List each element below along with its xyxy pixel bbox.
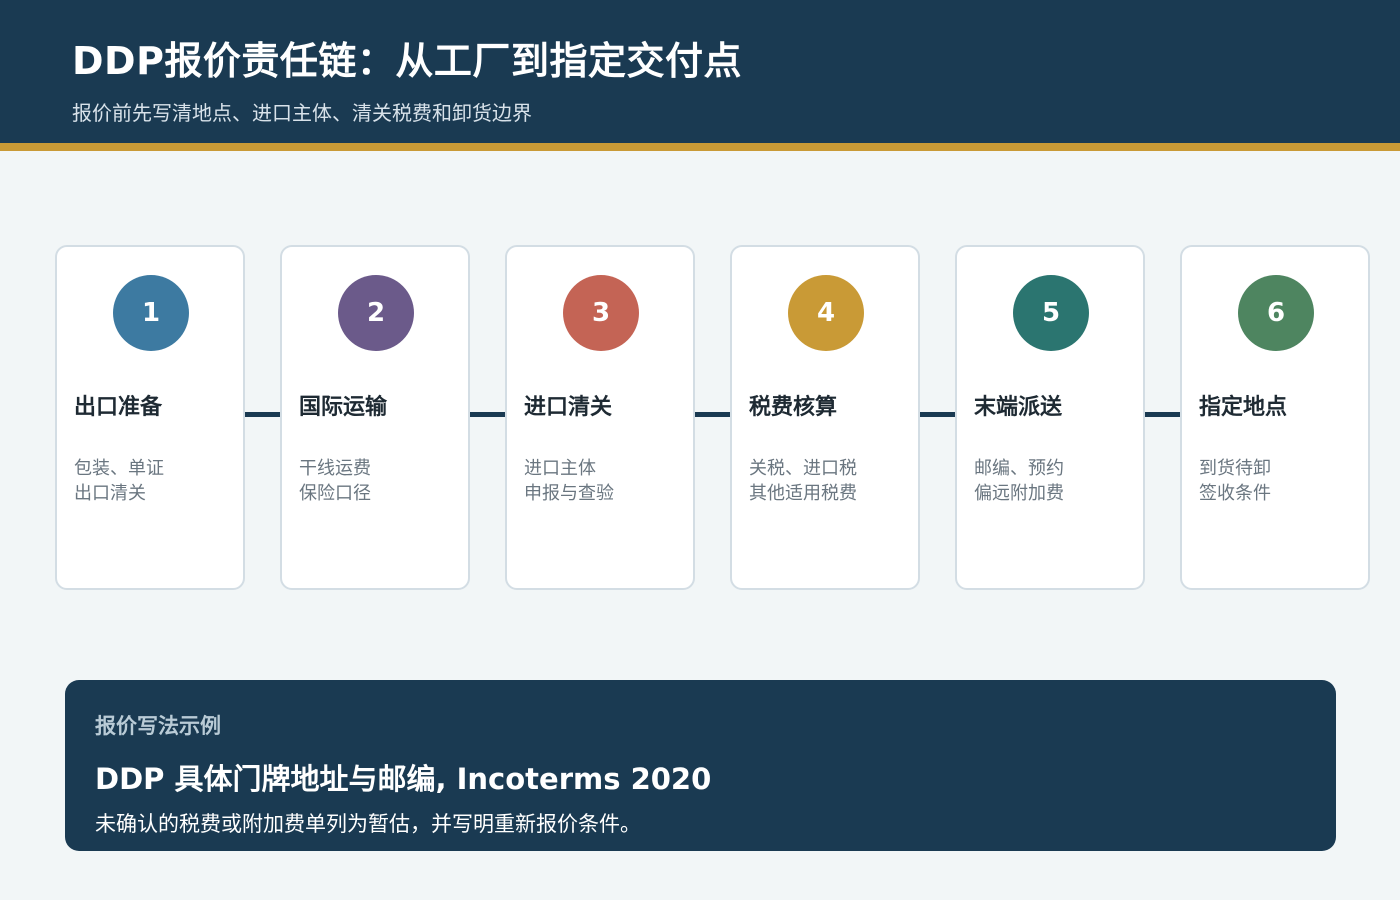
step-detail: 进口主体 xyxy=(524,458,596,479)
step-title: 指定地点 xyxy=(1199,395,1288,420)
step-card-1: 1 出口准备 包装、单证 出口清关 xyxy=(55,245,245,590)
quote-example-panel: 报价写法示例 DDP 具体门牌地址与邮编, Incoterms 2020 未确认… xyxy=(65,680,1336,851)
step-card-3: 3 进口清关 进口主体 申报与查验 xyxy=(505,245,695,590)
step-number-badge: 2 xyxy=(338,275,414,351)
page-title: DDP报价责任链：从工厂到指定交付点 xyxy=(72,39,742,83)
step-detail: 出口清关 xyxy=(74,483,146,504)
header: DDP报价责任链：从工厂到指定交付点 报价前先写清地点、进口主体、清关税费和卸货… xyxy=(0,0,1400,143)
step-detail: 干线运费 xyxy=(299,458,371,479)
step-card-5: 5 末端派送 邮编、预约 偏远附加费 xyxy=(955,245,1145,590)
example-quote-text: DDP 具体门牌地址与邮编, Incoterms 2020 xyxy=(95,762,712,796)
step-card-4: 4 税费核算 关税、进口税 其他适用税费 xyxy=(730,245,920,590)
step-card-6: 6 指定地点 到货待卸 签收条件 xyxy=(1180,245,1370,590)
step-connector xyxy=(470,412,506,417)
step-detail: 包装、单证 xyxy=(74,458,164,479)
step-detail: 保险口径 xyxy=(299,483,371,504)
step-number-badge: 6 xyxy=(1238,275,1314,351)
step-detail: 申报与查验 xyxy=(524,483,614,504)
page-subtitle: 报价前先写清地点、进口主体、清关税费和卸货边界 xyxy=(72,101,532,125)
step-connector xyxy=(695,412,731,417)
step-detail: 关税、进口税 xyxy=(749,458,857,479)
step-connector xyxy=(1145,412,1181,417)
step-number-badge: 4 xyxy=(788,275,864,351)
step-detail: 到货待卸 xyxy=(1199,458,1271,479)
step-title: 税费核算 xyxy=(749,395,838,420)
step-number-badge: 5 xyxy=(1013,275,1089,351)
step-title: 进口清关 xyxy=(524,395,613,420)
step-detail: 邮编、预约 xyxy=(974,458,1064,479)
example-note: 未确认的税费或附加费单列为暂估，并写明重新报价条件。 xyxy=(95,812,641,836)
example-label: 报价写法示例 xyxy=(95,714,221,738)
step-detail: 偏远附加费 xyxy=(974,483,1064,504)
step-detail: 其他适用税费 xyxy=(749,483,857,504)
step-card-2: 2 国际运输 干线运费 保险口径 xyxy=(280,245,470,590)
step-title: 末端派送 xyxy=(974,395,1063,420)
step-number-badge: 3 xyxy=(563,275,639,351)
header-accent-bar xyxy=(0,143,1400,151)
step-title: 出口准备 xyxy=(74,395,163,420)
step-number-badge: 1 xyxy=(113,275,189,351)
step-title: 国际运输 xyxy=(299,395,388,420)
step-detail: 签收条件 xyxy=(1199,483,1271,504)
step-connector xyxy=(920,412,956,417)
step-connector xyxy=(245,412,281,417)
